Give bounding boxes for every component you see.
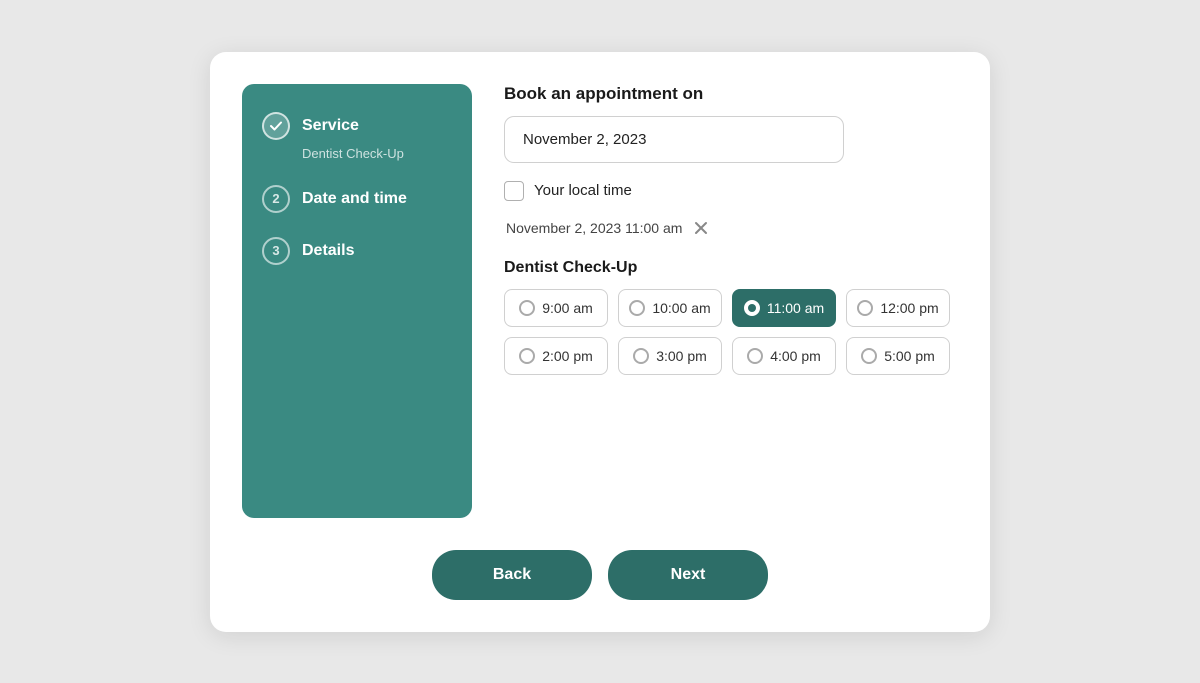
radio-t4 [857, 300, 873, 316]
time-slot-t1[interactable]: 9:00 am [504, 289, 608, 327]
time-slot-t2[interactable]: 10:00 am [618, 289, 722, 327]
date-input[interactable]: November 2, 2023 [504, 116, 844, 163]
sidebar-item-details[interactable]: 3 Details [262, 237, 452, 265]
date-value: November 2, 2023 [523, 131, 646, 148]
sidebar-service-sub: Dentist Check-Up [302, 146, 452, 161]
time-label-t7: 4:00 pm [770, 348, 821, 364]
datetime-badge-row: November 2, 2023 11:00 am [506, 219, 950, 237]
time-label-t8: 5:00 pm [884, 348, 935, 364]
time-slot-t5[interactable]: 2:00 pm [504, 337, 608, 375]
time-label-t4: 12:00 pm [880, 300, 938, 316]
sidebar-datetime-label: Date and time [302, 190, 407, 208]
book-title: Book an appointment on [504, 84, 950, 104]
time-grid: 9:00 am 10:00 am 11:00 am 12:00 pm 2:00 pm 3:… [504, 289, 950, 375]
booking-modal: Service Dentist Check-Up 2 Date and time… [210, 52, 990, 632]
step2-icon: 2 [262, 185, 290, 213]
radio-t7 [747, 348, 763, 364]
time-label-t5: 2:00 pm [542, 348, 593, 364]
back-button[interactable]: Back [432, 550, 592, 600]
sidebar: Service Dentist Check-Up 2 Date and time… [242, 84, 472, 518]
time-slot-t4[interactable]: 12:00 pm [846, 289, 950, 327]
datetime-badge: November 2, 2023 11:00 am [506, 220, 682, 236]
step3-icon: 3 [262, 237, 290, 265]
radio-t8 [861, 348, 877, 364]
service-title: Dentist Check-Up [504, 259, 950, 277]
sidebar-item-service[interactable]: Service [262, 112, 452, 140]
radio-t1 [519, 300, 535, 316]
time-label-t1: 9:00 am [542, 300, 593, 316]
time-label-t6: 3:00 pm [656, 348, 707, 364]
local-time-label: Your local time [534, 182, 632, 199]
time-slot-t3[interactable]: 11:00 am [732, 289, 836, 327]
local-time-row: Your local time [504, 181, 950, 201]
local-time-checkbox[interactable] [504, 181, 524, 201]
time-label-t2: 10:00 am [652, 300, 710, 316]
time-slot-t7[interactable]: 4:00 pm [732, 337, 836, 375]
main-content: Book an appointment on November 2, 2023 … [496, 84, 958, 518]
check-icon [262, 112, 290, 140]
radio-t6 [633, 348, 649, 364]
radio-t3 [744, 300, 760, 316]
sidebar-details-label: Details [302, 242, 354, 260]
time-label-t3: 11:00 am [767, 300, 824, 316]
radio-t2 [629, 300, 645, 316]
time-slot-t8[interactable]: 5:00 pm [846, 337, 950, 375]
clear-datetime-button[interactable] [692, 219, 710, 237]
sidebar-item-datetime[interactable]: 2 Date and time [262, 185, 452, 213]
time-slot-t6[interactable]: 3:00 pm [618, 337, 722, 375]
modal-body: Service Dentist Check-Up 2 Date and time… [242, 84, 958, 518]
modal-footer: Back Next [242, 550, 958, 600]
next-button[interactable]: Next [608, 550, 768, 600]
sidebar-service-label: Service [302, 117, 359, 135]
radio-t5 [519, 348, 535, 364]
